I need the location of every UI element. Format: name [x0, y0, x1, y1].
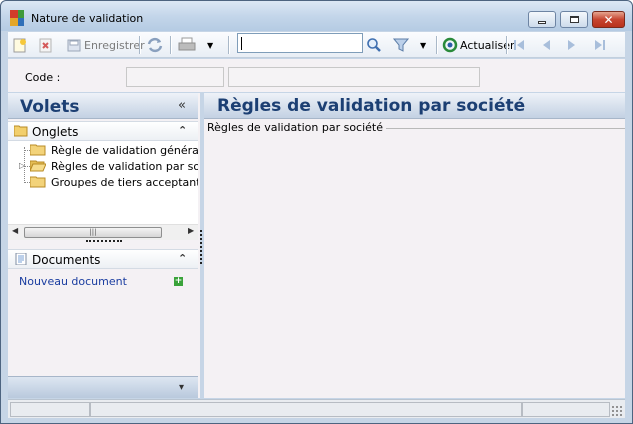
new-document-link[interactable]: Nouveau document — [19, 275, 127, 288]
next-icon — [568, 40, 575, 50]
description-field[interactable] — [228, 67, 480, 87]
volets-header: Volets « — [8, 93, 198, 119]
close-icon: ✕ — [603, 12, 614, 27]
close-button[interactable]: ✕ — [592, 11, 625, 28]
section-title: Règles de validation par société — [207, 121, 387, 134]
toolbar-separator — [139, 36, 140, 54]
scrollbar-thumb[interactable]: ||| — [24, 227, 162, 238]
save-label: Enregistrer — [84, 38, 145, 52]
main-content-panel: Règles de validation par société Règles … — [204, 93, 625, 398]
printer-icon — [178, 37, 196, 51]
first-record-button[interactable] — [512, 35, 526, 55]
first-icon — [514, 40, 524, 50]
funnel-icon — [393, 38, 409, 52]
page-title: Règles de validation par société — [217, 96, 526, 116]
tree-item-label: Règle de validation générale — [51, 143, 198, 157]
previous-icon — [543, 40, 550, 50]
section-divider — [364, 128, 625, 129]
save-button[interactable]: Enregistrer — [66, 35, 145, 55]
actualiser-button[interactable]: Actualiser — [442, 35, 515, 55]
save-icon — [67, 39, 81, 52]
search-button[interactable] — [366, 35, 382, 55]
documents-group-header[interactable]: Documents ⌃ — [8, 249, 198, 269]
last-record-button[interactable] — [593, 35, 607, 55]
print-options-dropdown[interactable]: ▼ — [207, 35, 213, 55]
folder-icon — [14, 125, 28, 137]
main-header: Règles de validation par société — [204, 93, 625, 119]
splitter-grip[interactable] — [86, 240, 122, 244]
tree-item-label: Groupes de tiers acceptant la règle — [51, 175, 198, 189]
open-folder-icon — [30, 160, 46, 172]
tree-item[interactable]: Règle de validation générale — [30, 142, 198, 158]
collapse-panel-icon[interactable]: « — [178, 98, 186, 113]
print-button[interactable] — [178, 35, 196, 55]
collapse-group-icon[interactable]: ⌃ — [178, 124, 187, 137]
status-cell — [90, 402, 522, 417]
onglets-tree: Règle de validation générale ▷ Règles de… — [8, 141, 198, 225]
volets-title: Volets — [20, 97, 80, 117]
code-row: Code : — [8, 59, 625, 92]
horizontal-scrollbar[interactable]: ◀ ||| ▶ — [8, 224, 198, 240]
folder-icon — [30, 176, 46, 188]
toolbar-separator — [436, 36, 437, 54]
volets-panel: Volets « Onglets ⌃ Règle de validation g… — [8, 93, 202, 398]
tree-item[interactable]: Groupes de tiers acceptant la règle — [30, 174, 198, 190]
resize-grip-icon[interactable] — [611, 405, 622, 416]
delete-icon — [39, 38, 52, 53]
chevron-down-icon: ▼ — [207, 40, 214, 50]
next-record-button[interactable] — [565, 35, 579, 55]
document-icon — [15, 253, 27, 265]
text-cursor — [241, 37, 242, 50]
magnifier-icon — [367, 38, 381, 52]
window-title: Nature de validation — [31, 12, 144, 25]
status-bar — [8, 399, 625, 418]
volets-bottom-bar[interactable]: ▾ — [8, 376, 198, 398]
minimize-button[interactable] — [528, 11, 556, 28]
last-icon — [595, 40, 605, 50]
onglets-group-header[interactable]: Onglets ⌃ — [8, 121, 198, 141]
toolbar-separator — [228, 36, 229, 54]
folder-icon — [30, 144, 46, 156]
onglets-label: Onglets — [32, 125, 79, 139]
code-label: Code : — [25, 71, 61, 84]
refresh-circle-icon — [442, 37, 458, 53]
code-field[interactable] — [126, 67, 224, 87]
application-window: Nature de validation ✕ Enregistrer ▼ ▼ A… — [0, 0, 633, 424]
delete-button[interactable] — [38, 35, 54, 55]
maximize-icon — [569, 16, 579, 23]
toolbar-separator — [170, 36, 171, 54]
expand-arrow-icon[interactable]: ▷ — [19, 161, 25, 170]
maximize-button[interactable] — [560, 11, 588, 28]
status-cell — [10, 402, 90, 417]
filter-button[interactable] — [393, 35, 409, 55]
chevron-down-icon: ▼ — [420, 40, 427, 50]
filter-options-dropdown[interactable]: ▼ — [420, 35, 426, 55]
new-document-icon — [13, 38, 26, 53]
collapse-group-icon[interactable]: ⌃ — [178, 252, 187, 265]
toolbar-separator — [506, 36, 507, 54]
chevron-down-icon[interactable]: ▾ — [179, 382, 184, 393]
documents-label: Documents — [32, 253, 101, 267]
tree-item[interactable]: Règles de validation par sociétés — [30, 158, 198, 174]
panel-resize-grip[interactable] — [200, 230, 202, 264]
refresh-button[interactable] — [146, 35, 164, 55]
scroll-left-icon[interactable]: ◀ — [12, 226, 18, 235]
minimize-icon — [538, 21, 546, 24]
status-cell — [522, 402, 610, 417]
scroll-right-icon[interactable]: ▶ — [188, 226, 194, 235]
title-bar[interactable]: Nature de validation ✕ — [1, 1, 632, 31]
new-button[interactable] — [12, 35, 28, 55]
search-input[interactable] — [237, 33, 363, 53]
refresh-icon — [147, 37, 163, 53]
add-document-icon[interactable]: + — [174, 277, 183, 286]
previous-record-button[interactable] — [539, 35, 553, 55]
tree-item-label: Règles de validation par sociétés — [51, 159, 198, 173]
app-colored-squares-icon — [10, 10, 24, 26]
toolbar: Enregistrer ▼ ▼ Actualiser — [8, 32, 625, 58]
